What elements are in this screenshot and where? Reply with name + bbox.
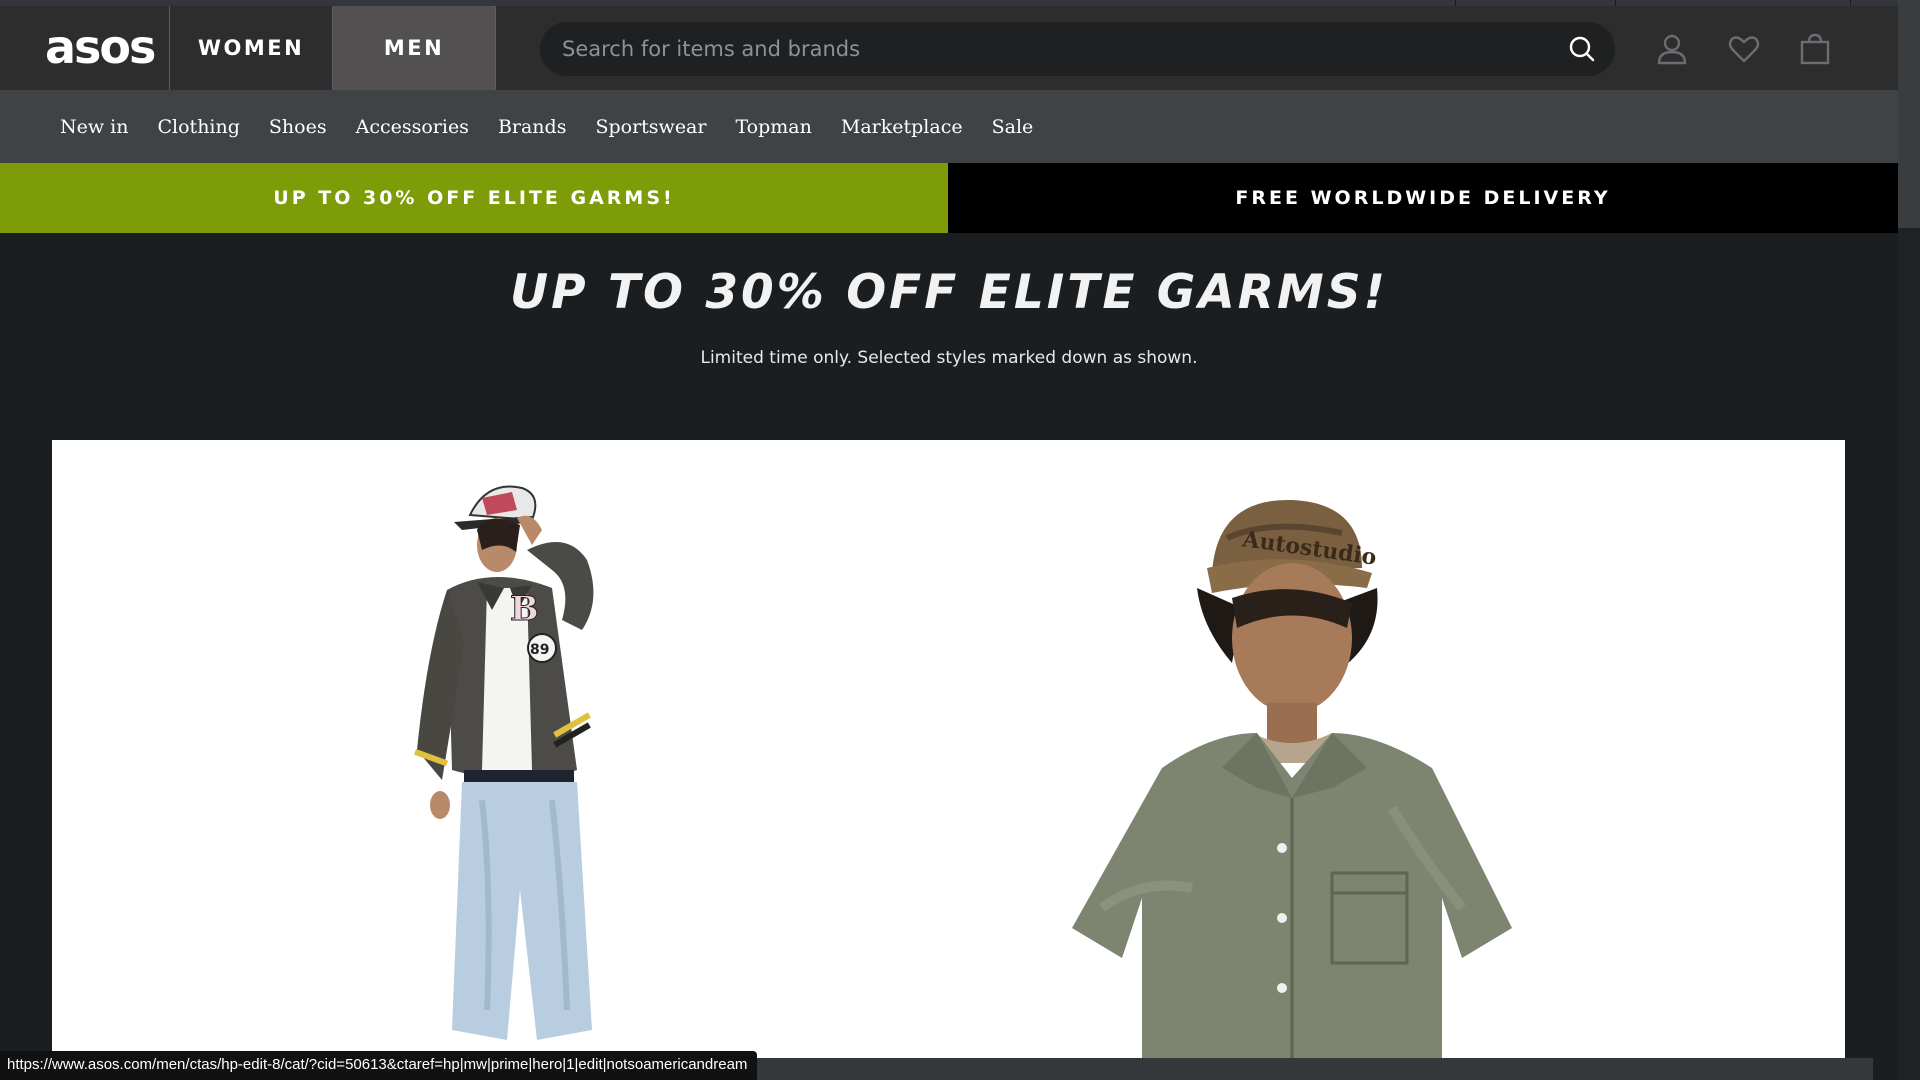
search-bar <box>540 22 1615 76</box>
tab-men[interactable]: MEN <box>332 6 496 90</box>
svg-text:89: 89 <box>530 642 549 658</box>
scrollbar-thumb[interactable] <box>1898 0 1920 228</box>
asos-logo[interactable]: asos <box>45 24 156 70</box>
search-input[interactable] <box>562 29 1542 69</box>
promo-banner-delivery[interactable]: FREE WORLDWIDE DELIVERY <box>948 163 1898 233</box>
site-header: asos WOMEN MEN <box>0 6 1898 90</box>
bag-icon[interactable] <box>1798 32 1832 66</box>
nav-item-accessories[interactable]: Accessories <box>356 116 469 138</box>
nav-item-shoes[interactable]: Shoes <box>269 116 327 138</box>
nav-item-topman[interactable]: Topman <box>735 116 811 138</box>
hero-title: UP TO 30% OFF ELITE GARMS! <box>509 265 1388 320</box>
category-nav: New in Clothing Shoes Accessories Brands… <box>0 90 1898 163</box>
model-image-left: B 89 <box>414 485 594 1040</box>
nav-item-sale[interactable]: Sale <box>992 116 1034 138</box>
nav-item-clothing[interactable]: Clothing <box>158 116 240 138</box>
heart-icon[interactable] <box>1727 32 1761 66</box>
nav-item-new-in[interactable]: New in <box>60 116 129 138</box>
nav-item-sportswear[interactable]: Sportswear <box>595 116 706 138</box>
link-status-url: https://www.asos.com/men/ctas/hp-edit-8/… <box>0 1051 758 1080</box>
promo-banner-sale[interactable]: UP TO 30% OFF ELITE GARMS! <box>0 163 948 233</box>
nav-item-marketplace[interactable]: Marketplace <box>841 116 963 138</box>
account-icon[interactable] <box>1655 32 1689 66</box>
tab-women[interactable]: WOMEN <box>169 6 332 90</box>
hero-subtitle: Limited time only. Selected styles marke… <box>700 348 1198 368</box>
svg-text:B: B <box>510 589 539 629</box>
page: asos WOMEN MEN New in Clothing Shoes Acc… <box>0 0 1920 1080</box>
nav-item-brands[interactable]: Brands <box>498 116 567 138</box>
search-icon[interactable] <box>1569 36 1595 62</box>
vertical-scrollbar[interactable] <box>1898 0 1920 1080</box>
hero-image-panel[interactable]: B 89 Autostudio <box>52 440 1845 1060</box>
model-image-right: Autostudio <box>1072 499 1512 1060</box>
